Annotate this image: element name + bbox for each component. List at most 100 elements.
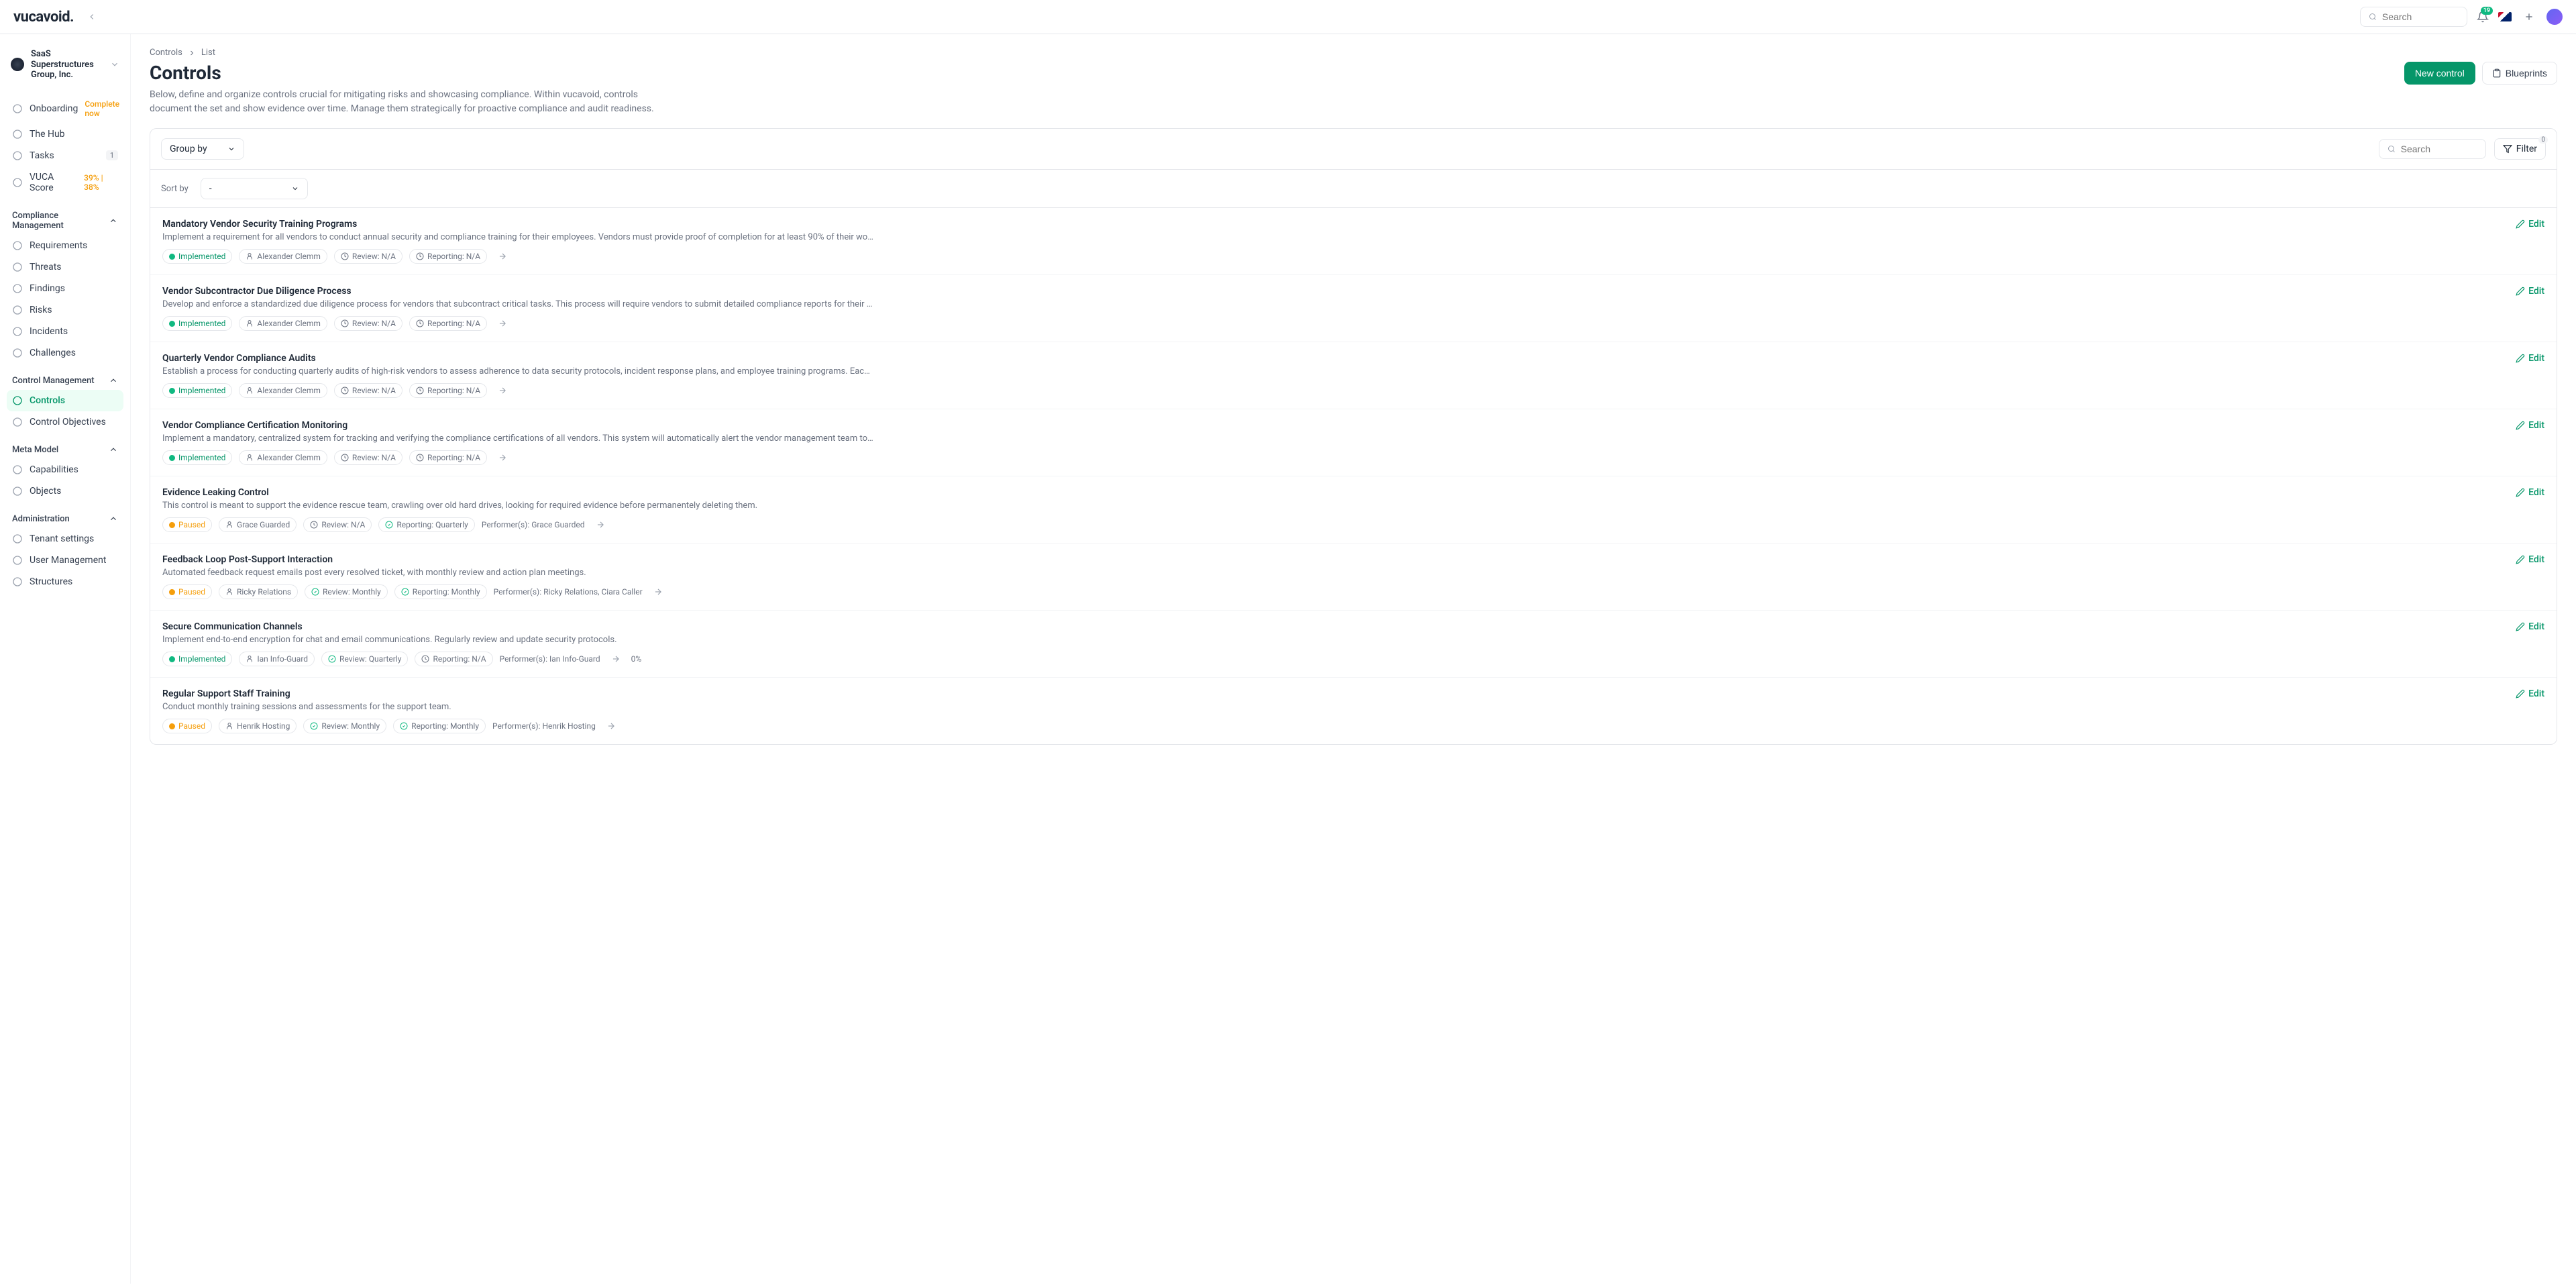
notifications-button[interactable]: 19: [2477, 11, 2489, 23]
control-row[interactable]: EditSecure Communication ChannelsImpleme…: [150, 611, 2557, 678]
status-dot-icon: [169, 321, 175, 327]
control-row[interactable]: EditFeedback Loop Post-Support Interacti…: [150, 544, 2557, 611]
filter-icon: [2503, 144, 2512, 154]
owner-tag: Alexander Clemm: [239, 383, 327, 398]
edit-link[interactable]: Edit: [2516, 554, 2544, 565]
control-row[interactable]: EditEvidence Leaking ControlThis control…: [150, 476, 2557, 544]
control-description: Develop and enforce a standardized due d…: [162, 299, 873, 309]
group-by-dropdown[interactable]: Group by: [161, 138, 244, 160]
user-avatar[interactable]: [2546, 9, 2563, 25]
edit-link[interactable]: Edit: [2516, 353, 2544, 364]
section-admin[interactable]: Administration: [7, 502, 123, 528]
chevron-up-icon: [109, 445, 118, 454]
control-row[interactable]: EditQuarterly Vendor Compliance AuditsEs…: [150, 342, 2557, 409]
sidebar-icon: [12, 129, 23, 140]
control-row[interactable]: EditRegular Support Staff TrainingConduc…: [150, 678, 2557, 744]
breadcrumb-current: List: [201, 48, 215, 58]
chevron-up-icon: [109, 216, 118, 225]
list-search[interactable]: [2379, 139, 2486, 159]
list-search-input[interactable]: [2401, 144, 2477, 154]
status-dot-icon: [169, 589, 175, 595]
edit-link[interactable]: Edit: [2516, 286, 2544, 297]
sidebar-item-label: Requirements: [30, 240, 87, 251]
control-row[interactable]: EditMandatory Vendor Security Training P…: [150, 208, 2557, 275]
sidebar-item[interactable]: Controls: [7, 390, 123, 411]
open-arrow[interactable]: [649, 586, 667, 598]
sidebar-item[interactable]: Requirements: [7, 235, 123, 256]
edit-link[interactable]: Edit: [2516, 621, 2544, 632]
control-title: Vendor Compliance Certification Monitori…: [162, 420, 2544, 431]
open-arrow[interactable]: [602, 720, 620, 732]
sidebar-item[interactable]: VUCA Score39% | 38%: [7, 166, 123, 199]
filter-button[interactable]: Filter 0: [2494, 138, 2546, 160]
sidebar-item[interactable]: Threats: [7, 256, 123, 278]
reporting-tag: Reporting: N/A: [415, 652, 492, 666]
sidebar-item[interactable]: Capabilities: [7, 459, 123, 480]
edit-link[interactable]: Edit: [2516, 420, 2544, 431]
filter-label: Filter: [2516, 144, 2537, 154]
sidebar-item[interactable]: Findings: [7, 278, 123, 299]
global-search-input[interactable]: [2382, 11, 2459, 22]
sidebar-icon: [12, 576, 23, 587]
tenant-selector[interactable]: SaaS Superstructures Group, Inc.: [7, 46, 123, 94]
collapse-sidebar-button[interactable]: [85, 9, 99, 24]
sort-by-label: Sort by: [161, 184, 189, 194]
section-control[interactable]: Control Management: [7, 364, 123, 390]
sidebar-item[interactable]: Incidents: [7, 321, 123, 342]
topbar-left: vucavoid.: [13, 9, 99, 25]
add-button[interactable]: [2521, 9, 2537, 25]
sidebar-item-label: Onboarding: [30, 103, 78, 114]
sidebar-item-label: Structures: [30, 576, 72, 587]
open-arrow[interactable]: [494, 452, 511, 464]
chevron-down-icon: [110, 60, 119, 69]
edit-link[interactable]: Edit: [2516, 219, 2544, 229]
sidebar-item[interactable]: Objects: [7, 480, 123, 502]
open-arrow[interactable]: [592, 519, 609, 531]
new-control-button[interactable]: New control: [2404, 62, 2475, 85]
sidebar-icon: [12, 305, 23, 315]
breadcrumb-link[interactable]: Controls: [150, 48, 182, 58]
open-arrow[interactable]: [494, 384, 511, 397]
edit-link[interactable]: Edit: [2516, 688, 2544, 699]
edit-link[interactable]: Edit: [2516, 487, 2544, 498]
open-arrow[interactable]: [494, 250, 511, 262]
section-compliance[interactable]: Compliance Management: [7, 199, 123, 235]
section-meta[interactable]: Meta Model: [7, 433, 123, 459]
sidebar-icon: [12, 103, 23, 114]
language-flag-icon[interactable]: [2498, 12, 2512, 21]
sidebar-item[interactable]: User Management: [7, 550, 123, 571]
reporting-tag: Reporting: N/A: [409, 383, 487, 398]
sidebar-item[interactable]: Tenant settings: [7, 528, 123, 550]
sidebar-item[interactable]: Challenges: [7, 342, 123, 364]
owner-tag: Ricky Relations: [219, 584, 298, 599]
sort-value: -: [209, 183, 212, 194]
open-arrow[interactable]: [494, 317, 511, 329]
sidebar-item[interactable]: The Hub: [7, 123, 123, 145]
blueprints-button[interactable]: Blueprints: [2482, 62, 2557, 85]
control-row[interactable]: EditVendor Compliance Certification Moni…: [150, 409, 2557, 476]
sidebar-icon: [12, 283, 23, 294]
control-row[interactable]: EditVendor Subcontractor Due Diligence P…: [150, 275, 2557, 342]
edit-label: Edit: [2528, 353, 2544, 364]
sidebar-item[interactable]: Structures: [7, 571, 123, 593]
chevron-left-icon: [87, 12, 97, 21]
chevron-right-icon: [188, 49, 196, 57]
global-search[interactable]: [2360, 7, 2467, 27]
sidebar-item[interactable]: Risks: [7, 299, 123, 321]
sidebar-item-label: Control Objectives: [30, 417, 106, 427]
sidebar-item-label: Incidents: [30, 326, 68, 337]
sidebar-item[interactable]: Control Objectives: [7, 411, 123, 433]
breadcrumb: Controls List: [150, 48, 2557, 58]
chevron-down-icon: [227, 145, 235, 153]
sidebar-item[interactable]: Tasks1: [7, 145, 123, 166]
sidebar-item[interactable]: OnboardingComplete now: [7, 94, 123, 123]
sidebar-item-label: Tenant settings: [30, 533, 94, 544]
open-arrow[interactable]: [607, 653, 625, 665]
tag-row: ImplementedAlexander ClemmReview: N/ARep…: [162, 450, 2544, 465]
search-icon: [2387, 144, 2396, 154]
edit-label: Edit: [2528, 420, 2544, 431]
topbar-right: 19: [2360, 7, 2563, 27]
sidebar-item-label: Threats: [30, 262, 62, 272]
sort-by-dropdown[interactable]: -: [201, 178, 308, 199]
sidebar-item-label: Capabilities: [30, 464, 78, 475]
